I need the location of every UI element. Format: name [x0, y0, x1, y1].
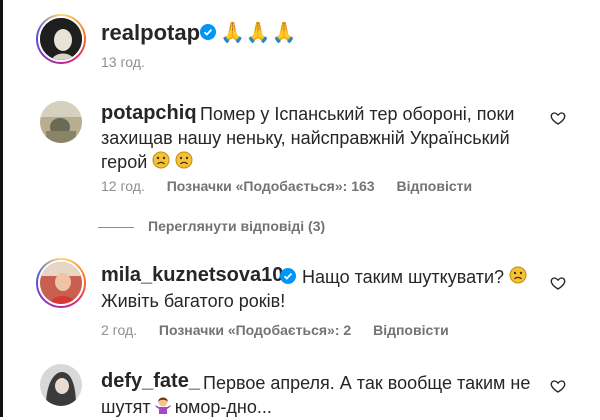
window-edge: [0, 0, 3, 417]
like-heart-icon[interactable]: [550, 275, 566, 291]
reply-button[interactable]: Відповісти: [396, 178, 472, 194]
like-heart-icon[interactable]: [550, 110, 566, 126]
comment-text-line: герой: [101, 150, 193, 175]
praying-hands-emoji-icon: 🙏🙏🙏: [220, 22, 298, 44]
comment-text-line: шутят юмор-дно...: [101, 395, 272, 420]
comment-avatar[interactable]: [40, 364, 82, 406]
sad-face-emoji-icon: [509, 266, 527, 290]
sad-face-emoji-icon: [152, 151, 170, 175]
comment-time: 12 год.: [101, 178, 145, 194]
reply-button[interactable]: Відповісти: [373, 322, 449, 338]
comment-avatar[interactable]: [36, 258, 86, 308]
comment-username[interactable]: potapchiq: [101, 102, 197, 125]
comment-avatar[interactable]: [40, 101, 82, 143]
comment-text-line: захищав нашу неньку, найсправжній Україн…: [101, 128, 510, 148]
comment-text-line: Живіть багатого років!: [101, 291, 286, 311]
person-shrugging-emoji-icon: [153, 396, 173, 420]
like-heart-icon[interactable]: [550, 378, 566, 394]
verified-badge-icon: [200, 24, 216, 45]
comment-time: 2 год.: [101, 322, 138, 338]
comment-username[interactable]: defy_fate_: [101, 370, 200, 393]
post-time: 13 год.: [101, 54, 145, 70]
comment-meta: 2 год. Позначки «Подобається»: 2 Відпові…: [101, 322, 467, 338]
comment-meta: 12 год. Позначки «Подобається»: 163 Відп…: [101, 178, 490, 194]
likes-count-link[interactable]: Позначки «Подобається»: 2: [159, 322, 351, 338]
divider-line: [98, 226, 134, 228]
comment-text: Нащо таким шуткувати?: [302, 265, 527, 290]
view-replies-button[interactable]: Переглянути відповіді (3): [98, 218, 325, 234]
comment-username[interactable]: mila_kuznetsova10: [101, 264, 283, 287]
sad-face-emoji-icon: [175, 151, 193, 175]
post-username[interactable]: realpotap: [101, 20, 200, 46]
comment-text: Первое апреля. А так вообще таким не: [203, 373, 531, 393]
comment-text: Помер у Іспанський тер обороні, поки: [200, 104, 515, 124]
verified-badge-icon: [280, 268, 296, 289]
post-avatar[interactable]: [36, 14, 86, 64]
likes-count-link[interactable]: Позначки «Подобається»: 163: [167, 178, 375, 194]
